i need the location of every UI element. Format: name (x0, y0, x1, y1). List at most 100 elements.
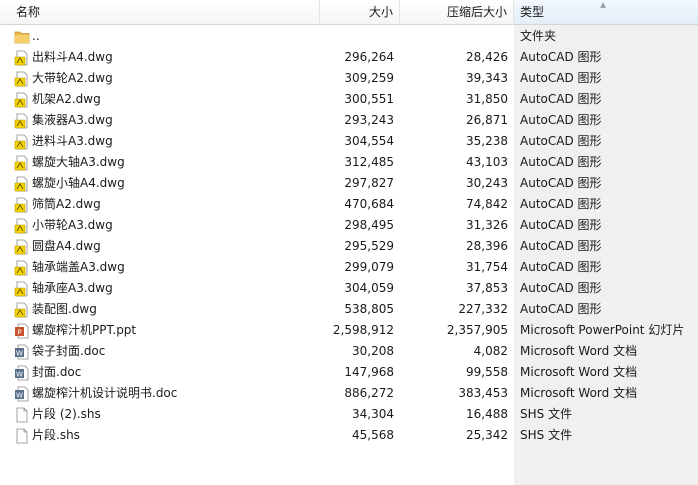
file-type: Microsoft PowerPoint 幻灯片 (520, 323, 685, 337)
dwg-file-icon (14, 197, 30, 213)
file-row[interactable]: 装配图.dwg 538,805 227,332 AutoCAD 图形 (0, 299, 698, 320)
file-packed-size: 25,342 (466, 428, 508, 442)
file-row[interactable]: 大带轮A2.dwg 309,259 39,343 AutoCAD 图形 (0, 68, 698, 89)
file-type: AutoCAD 图形 (520, 302, 602, 316)
file-type: AutoCAD 图形 (520, 113, 602, 127)
file-packed-size: 74,842 (466, 197, 508, 211)
svg-text:W: W (16, 392, 23, 400)
file-row[interactable]: 片段 (2).shs 34,304 16,488 SHS 文件 (0, 404, 698, 425)
file-list: .. 文件夹 出料斗A4.dwg 296,264 28,426 AutoCAD … (0, 26, 698, 446)
file-size: 470,684 (344, 197, 394, 211)
file-row[interactable]: 片段.shs 45,568 25,342 SHS 文件 (0, 425, 698, 446)
svg-text:P: P (17, 329, 21, 337)
file-size: 147,968 (344, 365, 394, 379)
dwg-file-icon (14, 155, 30, 171)
file-size: 2,598,912 (332, 323, 394, 337)
file-packed-size: 35,238 (466, 134, 508, 148)
file-row[interactable]: 螺旋小轴A4.dwg 297,827 30,243 AutoCAD 图形 (0, 173, 698, 194)
file-row[interactable]: 螺旋大轴A3.dwg 312,485 43,103 AutoCAD 图形 (0, 152, 698, 173)
file-row[interactable]: 筛筒A2.dwg 470,684 74,842 AutoCAD 图形 (0, 194, 698, 215)
file-size: 295,529 (344, 239, 394, 253)
file-packed-size: 31,850 (466, 92, 508, 106)
generic-file-icon (14, 428, 30, 444)
dwg-file-icon (14, 176, 30, 192)
file-name: 机架A2.dwg (32, 92, 101, 106)
file-size: 30,208 (352, 344, 394, 358)
file-size: 297,827 (344, 176, 394, 190)
file-row[interactable]: W 封面.doc 147,968 99,558 Microsoft Word 文… (0, 362, 698, 383)
column-header-packed-size[interactable]: 压缩后大小 (400, 0, 514, 24)
file-packed-size: 227,332 (458, 302, 508, 316)
file-type: AutoCAD 图形 (520, 71, 602, 85)
file-row[interactable]: 轴承端盖A3.dwg 299,079 31,754 AutoCAD 图形 (0, 257, 698, 278)
file-size: 304,554 (344, 134, 394, 148)
folder-icon (14, 29, 30, 45)
file-row[interactable]: 机架A2.dwg 300,551 31,850 AutoCAD 图形 (0, 89, 698, 110)
file-type: AutoCAD 图形 (520, 239, 602, 253)
file-packed-size: 4,082 (473, 344, 508, 358)
ppt-file-icon: P (14, 323, 30, 339)
dwg-file-icon (14, 239, 30, 255)
file-packed-size: 26,871 (466, 113, 508, 127)
file-row[interactable]: 轴承座A3.dwg 304,059 37,853 AutoCAD 图形 (0, 278, 698, 299)
column-header-size[interactable]: 大小 (320, 0, 400, 24)
file-row[interactable]: 集液器A3.dwg 293,243 26,871 AutoCAD 图形 (0, 110, 698, 131)
dwg-file-icon (14, 113, 30, 129)
sort-ascending-icon: ▲ (600, 0, 607, 9)
file-type: AutoCAD 图形 (520, 155, 602, 169)
file-type: 文件夹 (520, 29, 557, 43)
file-name: 筛筒A2.dwg (32, 197, 101, 211)
dwg-file-icon (14, 302, 30, 318)
file-type: AutoCAD 图形 (520, 218, 602, 232)
file-row[interactable]: .. 文件夹 (0, 26, 698, 47)
file-name: .. (32, 29, 40, 43)
dwg-file-icon (14, 71, 30, 87)
dwg-file-icon (14, 92, 30, 108)
file-size: 304,059 (344, 281, 394, 295)
file-row[interactable]: 圆盘A4.dwg 295,529 28,396 AutoCAD 图形 (0, 236, 698, 257)
file-row[interactable]: 出料斗A4.dwg 296,264 28,426 AutoCAD 图形 (0, 47, 698, 68)
file-name: 螺旋大轴A3.dwg (32, 155, 125, 169)
file-packed-size: 16,488 (466, 407, 508, 421)
file-name: 进料斗A3.dwg (32, 134, 113, 148)
file-type: AutoCAD 图形 (520, 197, 602, 211)
dwg-file-icon (14, 260, 30, 276)
dwg-file-icon (14, 218, 30, 234)
file-type: AutoCAD 图形 (520, 50, 602, 64)
file-packed-size: 31,754 (466, 260, 508, 274)
file-size: 293,243 (344, 113, 394, 127)
file-name: 轴承端盖A3.dwg (32, 260, 125, 274)
file-row[interactable]: 小带轮A3.dwg 298,495 31,326 AutoCAD 图形 (0, 215, 698, 236)
file-size: 296,264 (344, 50, 394, 64)
file-row[interactable]: W 袋子封面.doc 30,208 4,082 Microsoft Word 文… (0, 341, 698, 362)
file-size: 298,495 (344, 218, 394, 232)
file-packed-size: 28,396 (466, 239, 508, 253)
file-row[interactable]: 进料斗A3.dwg 304,554 35,238 AutoCAD 图形 (0, 131, 698, 152)
file-name: 螺旋榨汁机设计说明书.doc (32, 386, 178, 400)
file-name: 轴承座A3.dwg (32, 281, 113, 295)
file-packed-size: 30,243 (466, 176, 508, 190)
file-type: AutoCAD 图形 (520, 260, 602, 274)
file-size: 45,568 (352, 428, 394, 442)
file-size: 538,805 (344, 302, 394, 316)
file-packed-size: 37,853 (466, 281, 508, 295)
column-header-name[interactable]: 名称 (0, 0, 320, 24)
dwg-file-icon (14, 281, 30, 297)
file-size: 309,259 (344, 71, 394, 85)
file-name: 装配图.dwg (32, 302, 97, 316)
file-name: 片段.shs (32, 428, 80, 442)
dwg-file-icon (14, 134, 30, 150)
file-name: 出料斗A4.dwg (32, 50, 113, 64)
file-name: 片段 (2).shs (32, 407, 101, 421)
file-packed-size: 383,453 (458, 386, 508, 400)
file-row[interactable]: P 螺旋榨汁机PPT.ppt 2,598,912 2,357,905 Micro… (0, 320, 698, 341)
file-type: Microsoft Word 文档 (520, 344, 638, 358)
generic-file-icon (14, 407, 30, 423)
file-packed-size: 43,103 (466, 155, 508, 169)
file-row[interactable]: W 螺旋榨汁机设计说明书.doc 886,272 383,453 Microso… (0, 383, 698, 404)
file-packed-size: 31,326 (466, 218, 508, 232)
svg-text:W: W (16, 350, 23, 358)
file-size: 300,551 (344, 92, 394, 106)
file-name: 螺旋榨汁机PPT.ppt (32, 323, 137, 337)
file-type: AutoCAD 图形 (520, 134, 602, 148)
